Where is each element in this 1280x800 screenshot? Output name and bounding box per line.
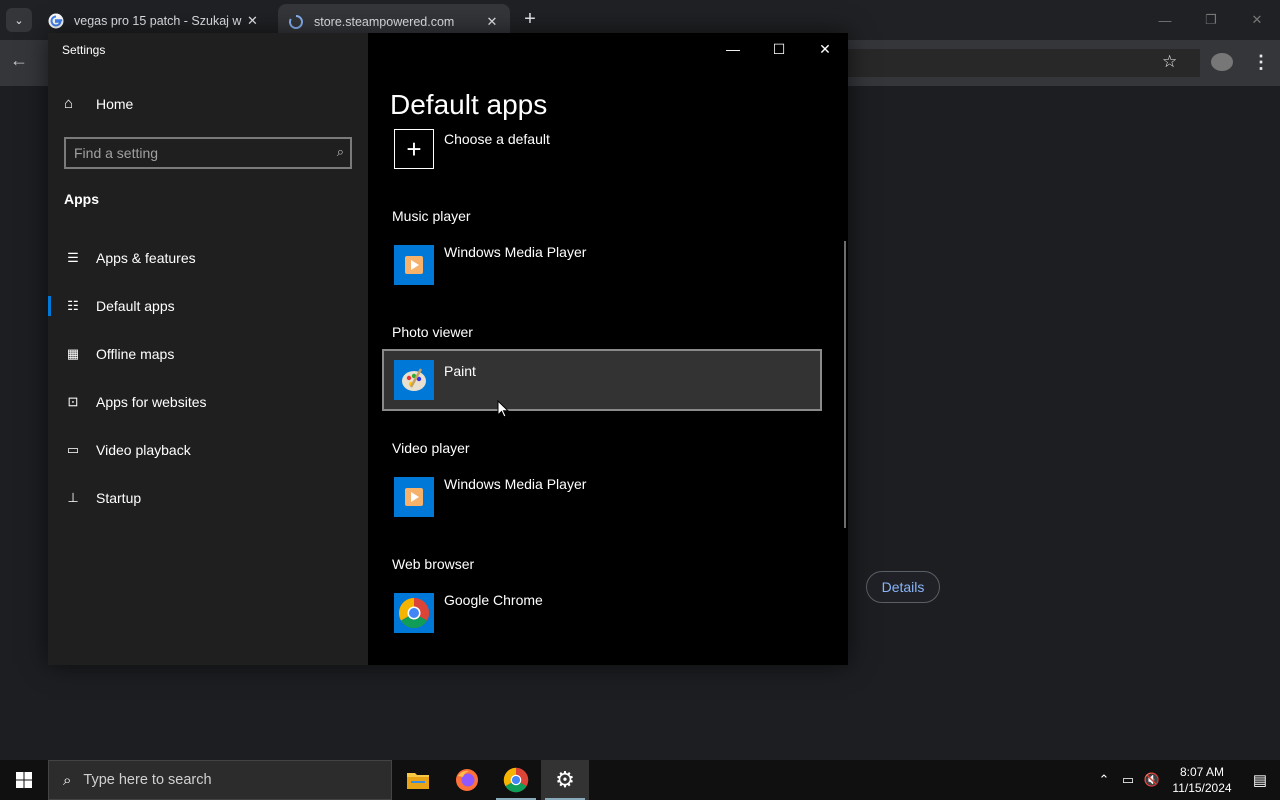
- bookmark-star-icon[interactable]: ☆: [1162, 52, 1177, 72]
- default-app-video-player[interactable]: Windows Media Player: [382, 467, 822, 529]
- search-input[interactable]: [74, 144, 314, 162]
- tab-title: vegas pro 15 patch - Szukaj w G: [74, 14, 245, 28]
- sidebar-item-apps-for-websites[interactable]: ⊡ Apps for websites: [48, 382, 368, 422]
- details-button[interactable]: Details: [866, 571, 940, 603]
- close-icon[interactable]: ✕: [1234, 0, 1280, 40]
- notification-icon[interactable]: ▤: [1240, 771, 1280, 789]
- windows-media-player-icon: [394, 245, 434, 285]
- sidebar-item-label: Startup: [96, 490, 142, 506]
- app-name: Windows Media Player: [444, 476, 587, 492]
- google-icon: [48, 13, 64, 29]
- nav-home[interactable]: ⌂ Home: [64, 95, 133, 112]
- sidebar-item-startup[interactable]: ⊥ Startup: [48, 478, 368, 518]
- section-title: Apps: [64, 191, 99, 207]
- open-link-icon: ⊡: [67, 394, 79, 409]
- selection-indicator: [48, 296, 51, 316]
- paint-icon: [394, 360, 434, 400]
- category-music-player: Music player: [392, 208, 471, 224]
- sidebar-item-offline-maps[interactable]: ▦ Offline maps: [48, 334, 368, 374]
- browser-window-controls: — ❐ ✕: [1142, 0, 1280, 40]
- minimize-icon[interactable]: —: [710, 33, 756, 65]
- category-photo-viewer: Photo viewer: [392, 324, 473, 340]
- close-tab-icon[interactable]: ✕: [245, 13, 260, 29]
- category-web-browser: Web browser: [392, 556, 475, 572]
- menu-dots-icon[interactable]: ⋮: [1252, 52, 1270, 73]
- window-title: Settings: [62, 43, 106, 57]
- sidebar-item-label: Offline maps: [96, 346, 175, 362]
- firefox-icon[interactable]: [443, 760, 491, 800]
- new-tab-icon[interactable]: +: [519, 9, 541, 31]
- sidebar-item-video-playback[interactable]: ▭ Video playback: [48, 430, 368, 470]
- sidebar-item-label: Video playback: [96, 442, 191, 458]
- page-title: Default apps: [390, 89, 548, 120]
- tab-title: store.steampowered.com: [314, 15, 455, 29]
- plus-icon: +: [394, 129, 434, 169]
- sidebar-item-label: Apps for websites: [96, 394, 207, 410]
- windows-logo-icon: [16, 772, 32, 788]
- choose-default-button[interactable]: + Choose a default: [394, 129, 550, 169]
- default-app-photo-viewer[interactable]: Paint: [382, 349, 822, 411]
- window-controls: — ☐ ✕: [710, 33, 848, 65]
- video-icon: ▭: [66, 442, 80, 457]
- browser-tab-google-search[interactable]: vegas pro 15 patch - Szukaj w G ✕: [38, 6, 270, 36]
- taskbar: ⌕ Type here to search ⚙ ⌃ ▭ 🔇 8:07 AM 11…: [0, 760, 1280, 800]
- map-icon: ▦: [66, 346, 80, 361]
- minimize-icon[interactable]: —: [1142, 0, 1188, 40]
- list-icon: ☰: [67, 250, 79, 265]
- tab-search-button[interactable]: ⌄: [6, 8, 32, 32]
- chevron-up-icon[interactable]: ⌃: [1092, 772, 1116, 788]
- default-list-icon: ☷: [67, 298, 79, 313]
- clock-date: 11/15/2024: [1172, 781, 1232, 795]
- address-bar[interactable]: [848, 49, 1200, 77]
- mouse-cursor-icon: [497, 400, 509, 418]
- profile-icon[interactable]: [1211, 53, 1233, 71]
- file-explorer-icon[interactable]: [394, 760, 442, 800]
- clock-time: 8:07 AM: [1179, 765, 1225, 779]
- nav-home-label: Home: [96, 95, 134, 112]
- taskbar-search[interactable]: ⌕ Type here to search: [48, 760, 392, 800]
- app-name: Paint: [444, 363, 476, 379]
- choose-default-label: Choose a default: [444, 131, 550, 147]
- search-icon: ⌕: [63, 771, 72, 789]
- app-name: Google Chrome: [444, 592, 543, 608]
- find-setting-search[interactable]: ⌕: [64, 137, 352, 169]
- search-icon: ⌕: [336, 144, 344, 159]
- home-icon: ⌂: [64, 95, 74, 112]
- category-video-player: Video player: [392, 440, 470, 456]
- windows-media-player-icon: [394, 477, 434, 517]
- settings-gear-icon[interactable]: ⚙: [541, 760, 589, 800]
- sidebar-item-apps-features[interactable]: ☰ Apps & features: [48, 238, 368, 278]
- loading-spinner-icon: [289, 15, 303, 29]
- start-button[interactable]: [0, 760, 48, 800]
- startup-icon: ⊥: [67, 490, 79, 505]
- close-tab-icon[interactable]: ✕: [484, 14, 500, 30]
- maximize-icon[interactable]: ☐: [756, 33, 802, 65]
- chrome-taskbar-icon[interactable]: [492, 760, 540, 800]
- sidebar-item-default-apps[interactable]: ☷ Default apps: [48, 286, 368, 326]
- close-icon[interactable]: ✕: [802, 33, 848, 65]
- google-chrome-icon: [394, 593, 434, 633]
- restore-icon[interactable]: ❐: [1188, 0, 1234, 40]
- default-app-web-browser[interactable]: Google Chrome: [382, 583, 822, 645]
- network-icon[interactable]: ▭: [1116, 772, 1140, 788]
- sidebar-item-label: Default apps: [96, 298, 175, 314]
- app-name: Windows Media Player: [444, 244, 587, 260]
- volume-muted-icon[interactable]: 🔇: [1140, 772, 1164, 788]
- clock[interactable]: 8:07 AM 11/15/2024: [1164, 764, 1240, 796]
- sidebar-item-label: Apps & features: [96, 250, 196, 266]
- default-app-music-player[interactable]: Windows Media Player: [382, 235, 822, 297]
- taskbar-search-placeholder: Type here to search: [83, 772, 212, 788]
- settings-sidebar: Settings ⌂ Home ⌕ Apps ☰ Apps & features…: [48, 33, 368, 665]
- back-arrow-icon[interactable]: ←: [10, 50, 34, 74]
- settings-window: Settings ⌂ Home ⌕ Apps ☰ Apps & features…: [48, 33, 848, 665]
- scrollbar[interactable]: [844, 241, 846, 528]
- system-tray: ⌃ ▭ 🔇 8:07 AM 11/15/2024 ▤: [1092, 760, 1280, 800]
- settings-content: — ☐ ✕ Default apps + Choose a default Mu…: [368, 33, 848, 665]
